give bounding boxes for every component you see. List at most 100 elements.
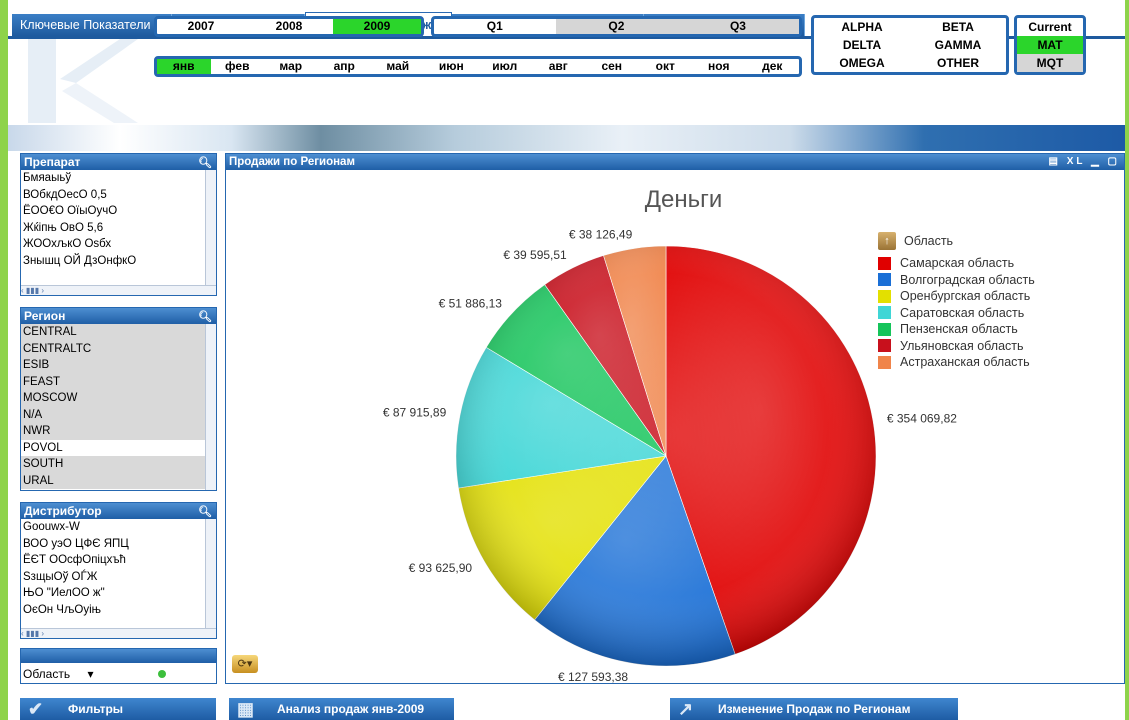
legend-item[interactable]: Оренбургская область	[878, 288, 1035, 305]
chevron-down-icon: ▾	[87, 667, 94, 681]
brand-gamma[interactable]: GAMMA	[910, 36, 1006, 54]
distributor-list-item[interactable]: ЁЄТ ООсфОпіцхъћ	[21, 552, 206, 569]
data-label: € 127 593,38	[558, 670, 628, 684]
search-icon[interactable]: 🔍︎	[198, 504, 212, 520]
cycle-group-icon[interactable]: ⟳▾	[232, 655, 258, 673]
drug-listbox-items: Бмяаыьў ВОбкдОесО 0,5 ЁОО€О ОїыОучО Жќіпњ О…	[21, 170, 216, 269]
drug-listbox-title: Препарат	[24, 155, 81, 169]
drug-list-item[interactable]: ЖООхљкО Оsбх	[21, 236, 206, 253]
month-3[interactable]: апр	[318, 59, 372, 74]
drug-list-item[interactable]: Бмяаыьў	[21, 170, 206, 187]
brand-delta[interactable]: DELTA	[814, 36, 910, 54]
brand-beta[interactable]: BETA	[910, 18, 1006, 36]
brand-omega[interactable]: OMEGA	[814, 54, 910, 72]
legend-label: Пензенская область	[900, 322, 1018, 337]
region-listbox-vscrollbar[interactable]	[205, 324, 216, 490]
month-2[interactable]: мар	[264, 59, 318, 74]
region-list-item[interactable]: NWR	[21, 423, 206, 440]
quarter-selector: Q1 Q2 Q3	[431, 16, 802, 37]
region-listbox-items: CENTRAL CENTRALTC ESIB FEAST MOSCOW N/A NWR POV…	[21, 324, 216, 489]
legend-rows: Самарская область Волгоградская область Ор…	[878, 255, 1035, 371]
drug-list-item[interactable]: Знышц ОЙ ДзОнфкО	[21, 253, 206, 270]
brand-other[interactable]: OTHER	[910, 54, 1006, 72]
month-10[interactable]: ноя	[692, 59, 746, 74]
region-list-item[interactable]: URAL	[21, 472, 206, 489]
legend-item[interactable]: Саратовская область	[878, 305, 1035, 322]
filters-button[interactable]: ✔ Фильтры	[20, 698, 216, 720]
drug-listbox-vscrollbar[interactable]	[205, 170, 216, 286]
month-11[interactable]: дек	[746, 59, 800, 74]
legend-item[interactable]: Пензенская область	[878, 321, 1035, 338]
month-9[interactable]: окт	[639, 59, 693, 74]
period-mat[interactable]: MAT	[1017, 36, 1083, 54]
quarter-Q3[interactable]: Q3	[677, 19, 799, 34]
period-mqt[interactable]: MQT	[1017, 54, 1083, 72]
drug-listbox-hscrollbar[interactable]: ‹ ▮▮▮ ›	[21, 285, 216, 295]
sales-analysis-button[interactable]: ▦ Анализ продаж янв-2009	[229, 698, 454, 720]
distributor-listbox-vscrollbar[interactable]	[205, 519, 216, 629]
region-listbox[interactable]: Регион 🔍︎ CENTRAL CENTRALTC ESIB FEAST MOSCO…	[20, 307, 217, 491]
month-0[interactable]: янв	[157, 59, 211, 74]
quarter-Q1[interactable]: Q1	[434, 19, 556, 34]
distributor-listbox[interactable]: Дистрибутор 🔍︎ Goouwx-W ВОО уэО ЦФЄ ЯПЦ ЁЄ…	[20, 502, 217, 639]
region-list-item[interactable]: FEAST	[21, 373, 206, 390]
brand-alpha[interactable]: ALPHA	[814, 18, 910, 36]
drill-up-icon[interactable]: ↑	[878, 232, 896, 250]
period-selector: Current MAT MQT	[1014, 15, 1086, 75]
status-dot-icon	[158, 670, 166, 678]
month-1[interactable]: фев	[211, 59, 265, 74]
data-label: € 39 595,51	[503, 248, 567, 262]
legend-item[interactable]: Ульяновская область	[878, 338, 1035, 355]
drug-list-item[interactable]: ЁОО€О ОїыОучО	[21, 203, 206, 220]
header-banner	[8, 125, 1125, 151]
line-chart-icon: ↗	[678, 699, 694, 719]
company-logo	[28, 39, 138, 123]
legend-title: Область	[904, 234, 954, 248]
dimension-dropdown[interactable]: Область ▾	[23, 667, 93, 681]
distributor-list-item[interactable]: ВОО уэО ЦФЄ ЯПЦ	[21, 536, 206, 553]
search-icon[interactable]: 🔍︎	[198, 155, 212, 171]
month-8[interactable]: сен	[585, 59, 639, 74]
quarter-Q2[interactable]: Q2	[555, 19, 678, 34]
chart-legend: ↑ Область Самарская область Волгоградская…	[878, 232, 1035, 371]
search-icon[interactable]: 🔍︎	[198, 309, 212, 325]
legend-label: Волгоградская область	[900, 272, 1035, 287]
month-6[interactable]: июл	[478, 59, 532, 74]
table-icon: ▦	[237, 699, 255, 719]
drug-list-item[interactable]: ВОбкдОесО 0,5	[21, 187, 206, 204]
distributor-listbox-hscrollbar[interactable]: ‹ ▮▮▮ ›	[21, 628, 216, 638]
drug-list-item[interactable]: Жќіпњ ОвО 5,6	[21, 220, 206, 237]
period-current[interactable]: Current	[1017, 18, 1083, 36]
legend-item[interactable]: Самарская область	[878, 255, 1035, 272]
year-2009[interactable]: 2009	[333, 19, 421, 34]
region-list-item[interactable]: ESIB	[21, 357, 206, 374]
legend-swatch	[878, 273, 891, 287]
distributor-listbox-header: Дистрибутор 🔍︎	[21, 503, 216, 519]
legend-item[interactable]: Волгоградская область	[878, 272, 1035, 289]
distributor-list-item[interactable]: Goouwx-W	[21, 519, 206, 536]
year-2007[interactable]: 2007	[157, 19, 245, 34]
month-4[interactable]: май	[371, 59, 425, 74]
region-list-item[interactable]: MOSCOW	[21, 390, 206, 407]
legend-swatch	[878, 289, 891, 303]
month-5[interactable]: июн	[425, 59, 479, 74]
tab-0[interactable]: Ключевые Показатели	[12, 14, 172, 36]
legend-item[interactable]: Астраханская область	[878, 354, 1035, 371]
frame-left	[0, 0, 8, 720]
distributor-list-item[interactable]: ЅзщыОў ОЃЖ	[21, 569, 206, 586]
chart-panel: Продажи по Регионам ▤ XL ▁ ▢ Деньги € 35…	[225, 153, 1125, 684]
region-list-item[interactable]: SOUTH	[21, 456, 206, 473]
distributor-list-item[interactable]: ОєОн ЧљОуіњ	[21, 602, 206, 619]
region-list-item[interactable]: N/A	[21, 406, 206, 423]
drug-listbox[interactable]: Препарат 🔍︎ Бмяаыьў ВОбкдОесО 0,5 ЁОО€О Ої…	[20, 153, 217, 296]
year-2008[interactable]: 2008	[245, 19, 333, 34]
region-list-item[interactable]: CENTRAL	[21, 324, 206, 341]
drug-listbox-header: Препарат 🔍︎	[21, 154, 216, 170]
checkmark-icon: ✔	[28, 699, 44, 719]
region-list-item[interactable]: CENTRALTC	[21, 340, 206, 357]
distributor-list-item[interactable]: ЊО "ИелОО ж"	[21, 585, 206, 602]
legend-swatch	[878, 339, 891, 353]
month-7[interactable]: авг	[532, 59, 586, 74]
region-change-button[interactable]: ↗ Изменение Продаж по Регионам	[670, 698, 958, 720]
region-list-item[interactable]: POVOL	[21, 440, 206, 457]
